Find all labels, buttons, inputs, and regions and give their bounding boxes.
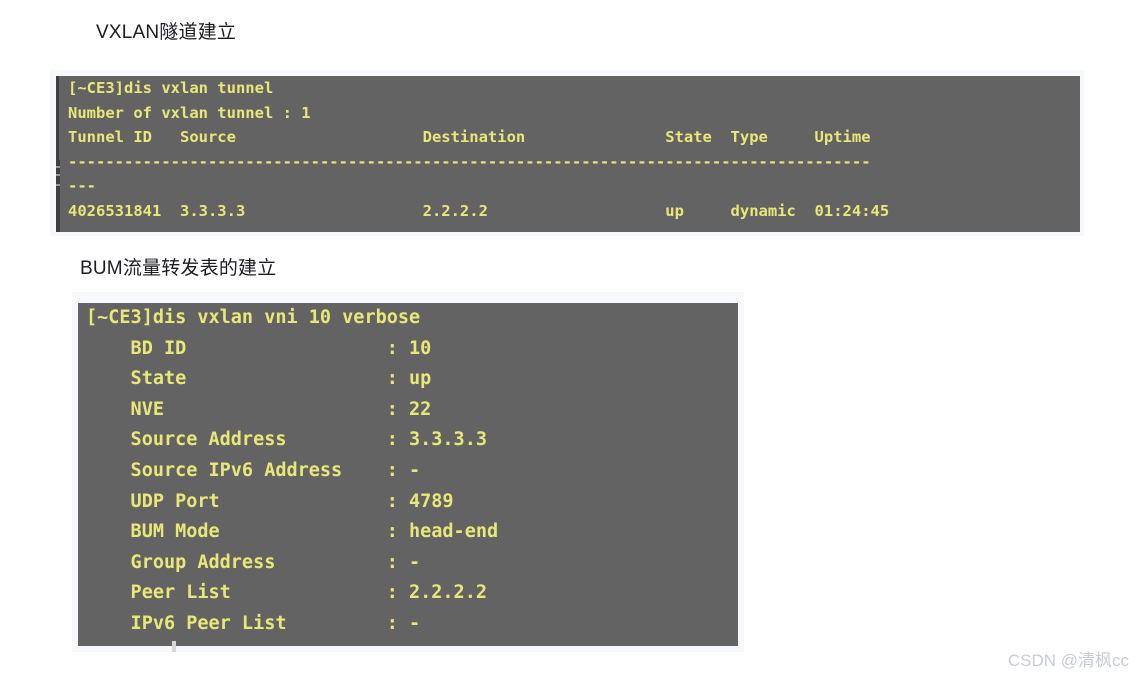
csdn-watermark: CSDN @清枫cc — [1007, 651, 1129, 670]
terminal-line: Number of vxlan tunnel : 1 — [68, 103, 311, 122]
terminal-line: BD ID : 10 — [86, 337, 432, 359]
terminal-output-vxlan-tunnel[interactable]: [~CE3]dis vxlan tunnel Number of vxlan t… — [56, 76, 1080, 232]
terminal-line: State : up — [86, 368, 432, 390]
page-title-bum-forwarding-table: BUM流量转发表的建立 — [80, 258, 277, 279]
terminal-line: 4026531841 3.3.3.3 2.2.2.2 up dynamic 01… — [68, 201, 890, 220]
terminal-line: Source Address : 3.3.3.3 — [86, 429, 487, 451]
terminal-line: Tunnel ID Source Destination State Type … — [68, 128, 871, 146]
terminal-line: Source IPv6 Address : - — [86, 459, 421, 481]
terminal-line: Group Address : - — [86, 551, 421, 573]
terminal-scroll-ticks[interactable] — [56, 160, 60, 232]
terminal-line: Peer List : 2.2.2.2 — [86, 582, 487, 604]
terminal-line: [~CE3]dis vxlan tunnel — [68, 79, 274, 97]
terminal-line: UDP Port : 4789 — [86, 490, 454, 512]
terminal-line: BUM Mode : head-end — [86, 521, 499, 543]
page-title-vxlan-tunnel: VXLAN隧道建立 — [96, 22, 237, 43]
terminal-cursor — [172, 641, 176, 652]
terminal-line: NVE : 22 — [86, 398, 432, 420]
terminal-output-vxlan-vni-verbose[interactable]: [~CE3]dis vxlan vni 10 verbose BD ID : 1… — [78, 303, 738, 646]
terminal-line: ----------------------------------------… — [68, 152, 871, 171]
terminal-line: --- — [68, 177, 96, 195]
terminal-line: IPv6 Peer List : - — [86, 612, 421, 634]
terminal-line: [~CE3]dis vxlan vni 10 verbose — [86, 307, 421, 328]
